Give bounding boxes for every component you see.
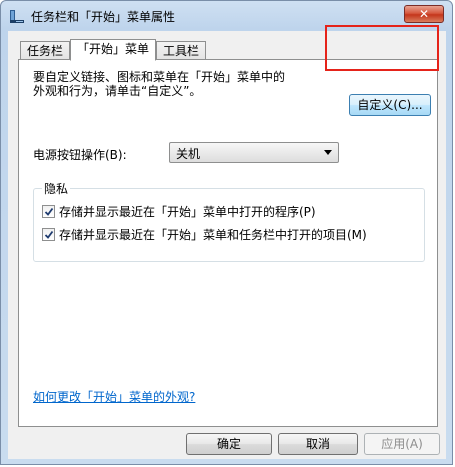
- customize-button[interactable]: 自定义(C)...: [349, 94, 431, 116]
- close-button[interactable]: ✕: [404, 5, 444, 23]
- help-link[interactable]: 如何更改「开始」菜单的外观?: [33, 388, 195, 405]
- privacy-groupbox-title: 隐私: [42, 180, 71, 197]
- tab-taskbar[interactable]: 任务栏: [20, 41, 71, 60]
- ok-button[interactable]: 确定: [186, 433, 272, 455]
- intro-line-2: 外观和行为，请单击“自定义”。: [33, 84, 202, 98]
- recent-programs-checkbox[interactable]: [42, 204, 55, 218]
- recent-programs-option[interactable]: 存储并显示最近在「开始」菜单中打开的程序(P): [42, 203, 316, 219]
- cancel-button[interactable]: 取消: [278, 433, 358, 455]
- tab-toolbars[interactable]: 工具栏: [156, 41, 207, 60]
- dialog-window: 任务栏和「开始」菜单属性 ✕ 任务栏 「开始」菜单 工具栏 要自定义链接、图标和…: [0, 0, 453, 465]
- tab-start-menu[interactable]: 「开始」菜单: [70, 39, 157, 61]
- tab-strip: 任务栏 「开始」菜单 工具栏: [20, 39, 207, 61]
- start-menu-tab-panel: 要自定义链接、图标和菜单在「开始」菜单中的 外观和行为，请单击“自定义”。 自定…: [18, 59, 438, 427]
- window-title: 任务栏和「开始」菜单属性: [31, 10, 176, 24]
- title-bar[interactable]: 任务栏和「开始」菜单属性 ✕: [1, 1, 452, 31]
- dialog-client-area: 任务栏 「开始」菜单 工具栏 要自定义链接、图标和菜单在「开始」菜单中的 外观和…: [8, 31, 446, 459]
- power-button-action-value: 关机: [176, 147, 201, 161]
- recent-items-checkbox[interactable]: [42, 227, 55, 241]
- power-button-action-label: 电源按钮操作(B):: [33, 148, 127, 162]
- chevron-down-icon: [324, 150, 332, 155]
- recent-items-option[interactable]: 存储并显示最近在「开始」菜单和任务栏中打开的项目(M): [42, 226, 367, 242]
- privacy-groupbox: 隐私 存储并显示最近在「开始」菜单中打开的程序(P) 存储并显示最近在「开始」菜…: [33, 180, 425, 262]
- taskbar-properties-icon: [9, 8, 25, 24]
- apply-button[interactable]: 应用(A): [364, 433, 440, 455]
- close-icon: ✕: [418, 7, 430, 21]
- recent-items-label: 存储并显示最近在「开始」菜单和任务栏中打开的项目(M): [59, 227, 367, 242]
- power-button-action-select[interactable]: 关机: [169, 142, 339, 163]
- intro-text: 要自定义链接、图标和菜单在「开始」菜单中的 外观和行为，请单击“自定义”。: [33, 70, 313, 98]
- checkmark-icon: [44, 207, 54, 216]
- recent-programs-label: 存储并显示最近在「开始」菜单中打开的程序(P): [59, 204, 316, 219]
- checkmark-icon: [44, 230, 54, 239]
- intro-line-1: 要自定义链接、图标和菜单在「开始」菜单中的: [33, 70, 286, 84]
